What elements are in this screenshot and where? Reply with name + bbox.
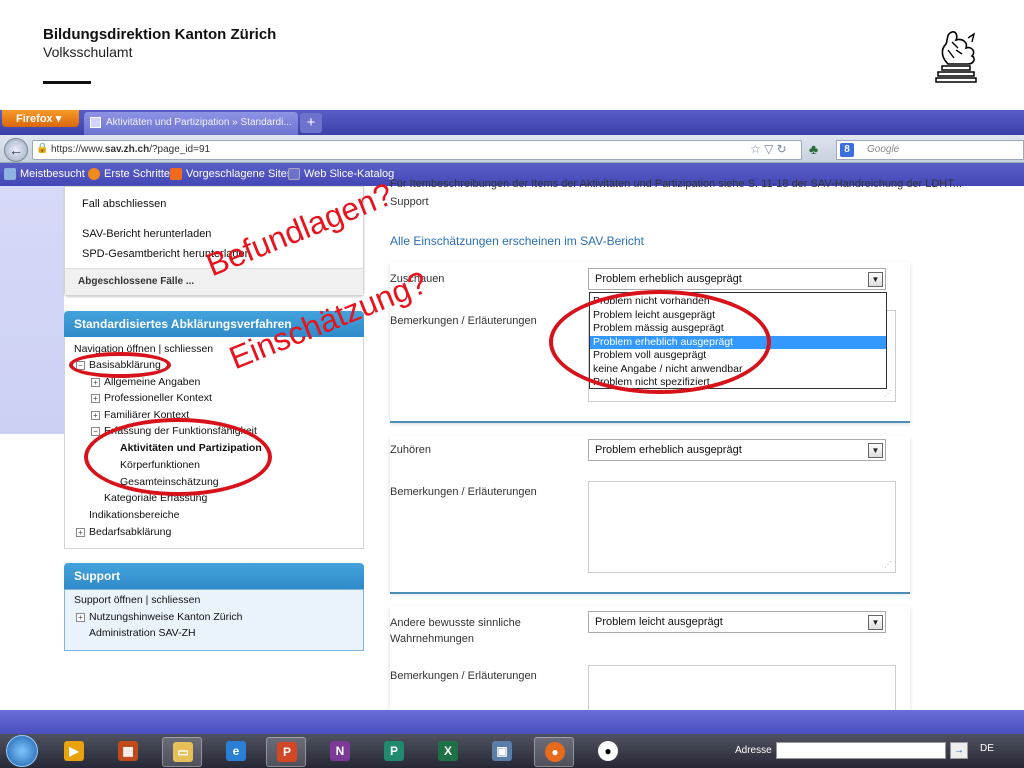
taskbar-explorer[interactable]: ▭: [162, 737, 202, 767]
most-visited-icon: [4, 168, 16, 180]
search-placeholder: Google: [867, 144, 900, 155]
support-toggle-link[interactable]: Support öffnen | schliessen: [74, 594, 200, 606]
taskbar-publisher[interactable]: P: [374, 737, 414, 767]
url-prefix: https://www.: [51, 144, 105, 155]
select-wahrnehmungen[interactable]: Problem leicht ausgeprägt ▼: [588, 611, 886, 633]
download-sav-report-link[interactable]: SAV-Bericht herunterladen: [82, 228, 211, 240]
select-value: Problem erheblich ausgeprägt: [595, 444, 742, 456]
url-path: /?page_id=91: [149, 144, 211, 155]
page-left-margin: [0, 186, 64, 434]
taskbar-app[interactable]: ▦: [108, 737, 148, 767]
panda-icon: ●: [598, 741, 618, 761]
language-indicator[interactable]: DE: [980, 743, 994, 754]
media-player-icon: ▶: [64, 741, 84, 761]
url-domain: sav.zh.ch: [104, 144, 150, 155]
remarks-label: Bemerkungen / Erläuterungen: [390, 486, 537, 498]
remarks-label: Bemerkungen / Erläuterungen: [390, 670, 537, 682]
tree-item-indikationsbereiche[interactable]: Indikationsbereiche: [89, 509, 179, 521]
address-label: Adresse: [735, 745, 772, 756]
select-zuschauen[interactable]: Problem erheblich ausgeprägt ▼: [588, 268, 886, 290]
taskbar-ie[interactable]: e: [216, 737, 256, 767]
slide: Bildungsdirektion Kanton Zürich Volkssch…: [0, 0, 1024, 768]
support-item-administration[interactable]: Administration SAV-ZH: [89, 627, 196, 639]
section-divider: [390, 592, 910, 594]
support-item-nutzungshinweise[interactable]: Nutzungshinweise Kanton Zürich: [89, 611, 243, 623]
select-value: Problem leicht ausgeprägt: [595, 616, 723, 628]
resize-handle-icon[interactable]: ⋰: [884, 389, 892, 398]
chevron-down-icon[interactable]: ▼: [868, 615, 883, 630]
section-divider: [390, 421, 910, 423]
info-notice: Alle Einschätzungen erscheinen im SAV-Be…: [390, 234, 644, 248]
taskbar-powerpoint[interactable]: P: [266, 737, 306, 767]
monitor-icon: ▣: [492, 741, 512, 761]
bookmark-meistbesucht[interactable]: Meistbesucht: [20, 168, 85, 180]
tab-title: Aktivitäten und Partizipation » Standard…: [106, 117, 292, 128]
powerpoint-icon: P: [277, 742, 297, 762]
search-input[interactable]: Google: [836, 140, 1024, 160]
taskbar-onenote[interactable]: N: [320, 737, 360, 767]
tree-item-bedarfsabklaerung[interactable]: Bedarfsabklärung: [89, 526, 171, 538]
app-icon: ▦: [118, 741, 138, 761]
go-arrow-icon[interactable]: →: [950, 742, 968, 759]
support-panel-header: Support: [64, 563, 364, 589]
expand-icon[interactable]: +: [76, 613, 85, 622]
taskbar-panda[interactable]: ●: [588, 737, 628, 767]
annotation-ellipse-activity-items: [84, 418, 272, 496]
suggested-sites-icon: [170, 168, 182, 180]
expand-icon[interactable]: +: [91, 411, 100, 420]
internet-explorer-icon: e: [226, 741, 246, 761]
publisher-icon: P: [384, 741, 404, 761]
field-label-wahrnehmungen: Andere bewusste sinnliche Wahrnehmungen: [390, 617, 521, 645]
close-case-link[interactable]: Fall abschliessen: [82, 198, 166, 210]
firefox-icon: [88, 168, 100, 180]
org-title: Bildungsdirektion Kanton Zürich: [43, 26, 277, 43]
taskbar-remote[interactable]: ▣: [482, 737, 522, 767]
slide-header: Bildungsdirektion Kanton Zürich Volkssch…: [0, 0, 1024, 110]
web-slice-icon: [288, 168, 300, 180]
new-tab-button[interactable]: +: [300, 113, 322, 133]
annotation-ellipse-dropdown: [549, 290, 771, 394]
address-input[interactable]: [776, 742, 946, 759]
taskbar-media-player[interactable]: ▶: [54, 737, 94, 767]
remarks-textarea-wahrnehmungen[interactable]: [588, 665, 896, 710]
org-subtitle: Volksschulamt: [43, 44, 133, 60]
firefox-menu-button[interactable]: Firefox ▾: [2, 110, 79, 127]
window-bottom-strip: [0, 710, 1024, 734]
remarks-textarea-zuhoeren[interactable]: ⋰: [588, 481, 896, 573]
taskbar-excel[interactable]: X: [428, 737, 468, 767]
tree-item-professioneller-kontext[interactable]: Professioneller Kontext: [104, 392, 212, 404]
folder-icon: ▭: [173, 742, 193, 762]
back-button[interactable]: ←: [4, 138, 28, 162]
select-value: Problem erheblich ausgeprägt: [595, 273, 742, 285]
page-favicon-icon: [90, 117, 101, 128]
firefox-icon: ●: [545, 742, 565, 762]
expand-icon[interactable]: +: [91, 378, 100, 387]
header-rule: [43, 81, 91, 84]
expand-icon[interactable]: +: [91, 394, 100, 403]
annotation-ellipse-basisabklaerung: [69, 352, 171, 378]
url-bar[interactable]: https://www.sav.zh.ch/?page_id=91: [32, 140, 802, 160]
canton-zurich-lion-logo-icon: [935, 31, 977, 83]
bookmark-vorgeschlagene-sites[interactable]: Vorgeschlagene Sites: [186, 168, 292, 180]
chevron-down-icon[interactable]: ▼: [868, 443, 883, 458]
select-zuhoeren[interactable]: Problem erheblich ausgeprägt ▼: [588, 439, 886, 461]
bookmark-erste-schritte[interactable]: Erste Schritte: [104, 168, 170, 180]
browser-tab-active[interactable]: Aktivitäten und Partizipation » Standard…: [84, 112, 298, 135]
google-search-engine-icon[interactable]: 8: [840, 143, 854, 157]
firefox-menu-label: Firefox: [16, 113, 53, 125]
item-description-text: Für Itembeschreibungen der Items der Akt…: [390, 178, 962, 190]
taskbar-firefox[interactable]: ●: [534, 737, 574, 767]
bookmark-star-icon[interactable]: ☆ ▽ ↻: [750, 142, 787, 156]
closed-cases-link[interactable]: Abgeschlossene Fälle ...: [78, 276, 194, 287]
field-label-zuhoeren: Zuhören: [390, 444, 431, 456]
chevron-down-icon[interactable]: ▼: [868, 272, 883, 287]
addon-icon[interactable]: ♣: [809, 141, 827, 159]
expand-icon[interactable]: +: [76, 528, 85, 537]
excel-icon: X: [438, 741, 458, 761]
start-button-icon[interactable]: [6, 735, 38, 767]
resize-handle-icon[interactable]: ⋰: [884, 560, 892, 569]
remarks-label: Bemerkungen / Erläuterungen: [390, 315, 537, 327]
lock-icon: 🔒: [36, 143, 49, 154]
onenote-icon: N: [330, 741, 350, 761]
